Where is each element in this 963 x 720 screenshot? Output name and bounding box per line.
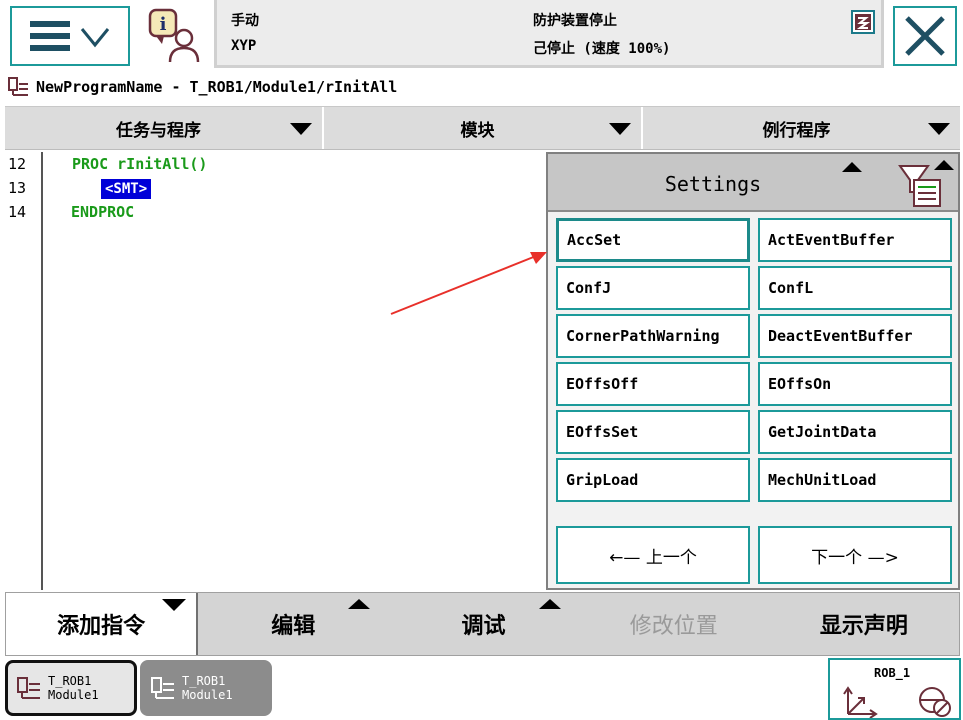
- tab-label: 任务与程序: [116, 120, 201, 141]
- hamburger-icon: [30, 21, 70, 51]
- program-icon: [151, 677, 174, 699]
- tab-routines[interactable]: 例行程序: [643, 107, 960, 149]
- safety-state: 防护装置停止: [533, 13, 617, 29]
- instruction-mechunitload[interactable]: MechUnitLoad: [758, 458, 952, 502]
- taskbar-line: Module1: [48, 688, 99, 702]
- coordinate-axes-icon: [843, 686, 878, 718]
- taskbar-line: T_ROB1: [182, 674, 226, 688]
- taskbar-item-program-data[interactable]: T_ROB1 Module1: [140, 660, 272, 716]
- show-declaration-button[interactable]: 显示声明: [769, 593, 959, 655]
- line-number: 14: [8, 203, 27, 221]
- close-button[interactable]: [893, 6, 957, 66]
- program-path: NewProgramName - T_ROB1/Module1/rInitAll: [8, 76, 397, 98]
- tab-modules[interactable]: 模块: [324, 107, 643, 149]
- run-speed-state: 己停止 (速度 100%): [533, 41, 671, 57]
- chevron-down-icon: [80, 28, 110, 48]
- program-icon: [8, 77, 28, 96]
- top-bar: i 手动 XYP 防护装置停止 己停止 (速度 100%): [0, 0, 963, 72]
- taskbar-label: T_ROB1 Module1: [48, 674, 99, 702]
- taskbar-line: T_ROB1: [48, 674, 92, 688]
- debug-button[interactable]: 调试: [388, 593, 578, 655]
- popup-arrow-icon: [348, 599, 371, 609]
- smt-placeholder[interactable]: <SMT>: [101, 179, 152, 199]
- bottom-toolbar: 添加指令 编辑 调试 修改位置 显示声明: [5, 592, 960, 656]
- instruction-confl[interactable]: ConfL: [758, 266, 952, 310]
- taskbar-item-program-editor[interactable]: T_ROB1 Module1: [5, 660, 137, 716]
- button-label: 添加指令: [57, 614, 146, 639]
- taskbar-label: T_ROB1 Module1: [182, 674, 233, 702]
- program-icon: [17, 677, 40, 699]
- tab-label: 例行程序: [762, 120, 831, 141]
- filter-icon[interactable]: [898, 162, 944, 208]
- close-icon: [905, 16, 945, 56]
- line-number-gutter: 12 13 14: [5, 152, 43, 590]
- picker-header[interactable]: Settings: [548, 154, 958, 212]
- instruction-confj[interactable]: ConfJ: [556, 266, 750, 310]
- code-line[interactable]: ENDPROC: [71, 203, 134, 221]
- collapse-arrow-icon[interactable]: [842, 162, 862, 172]
- button-label: 修改位置: [629, 614, 718, 639]
- taskbar-line: Module1: [182, 688, 233, 702]
- button-label: 编辑: [271, 614, 316, 639]
- instruction-cornerpathwarning[interactable]: CornerPathWarning: [556, 314, 750, 358]
- controller-name: XYP: [231, 38, 257, 54]
- dropdown-arrow-icon: [928, 123, 950, 135]
- instruction-gripload[interactable]: GripLoad: [556, 458, 750, 502]
- operating-mode: 手动: [231, 13, 259, 29]
- quickset-robot-button[interactable]: ROB_1: [828, 658, 961, 720]
- modify-position-button[interactable]: 修改位置: [579, 593, 769, 655]
- instruction-eoffsset[interactable]: EOffsSet: [556, 410, 750, 454]
- instruction-acteventbuffer[interactable]: ActEventBuffer: [758, 218, 952, 262]
- tab-label: 模块: [460, 120, 495, 141]
- add-instruction-button[interactable]: 添加指令: [6, 593, 199, 655]
- dropdown-arrow-icon: [162, 599, 187, 611]
- status-panel[interactable]: 手动 XYP 防护装置停止 己停止 (速度 100%): [214, 0, 884, 68]
- button-label: 调试: [461, 614, 506, 639]
- svg-text:i: i: [160, 14, 167, 35]
- instruction-picker: Settings AccSet ActEventBuffer ConfJ Con…: [546, 152, 960, 590]
- line-number: 12: [8, 155, 27, 173]
- button-label: 显示声明: [819, 614, 908, 639]
- dropdown-arrow-icon: [290, 123, 312, 135]
- edit-button[interactable]: 编辑: [198, 593, 388, 655]
- dropdown-arrow-icon: [609, 123, 631, 135]
- code-editor[interactable]: 12 13 14 PROC rInitAll() <SMT> ENDPROC: [5, 152, 545, 590]
- main-menu-button[interactable]: [10, 6, 130, 66]
- previous-page-button[interactable]: ←— 上一个: [556, 526, 750, 584]
- instruction-eoffson[interactable]: EOffsOn: [758, 362, 952, 406]
- program-state-icon: [851, 10, 875, 34]
- increment-off-icon: [919, 687, 951, 717]
- instruction-getjointdata[interactable]: GetJointData: [758, 410, 952, 454]
- popup-arrow-icon: [538, 599, 561, 609]
- event-log-icon[interactable]: i: [146, 8, 206, 64]
- line-number: 13: [8, 179, 27, 197]
- code-line[interactable]: PROC rInitAll(): [72, 155, 207, 173]
- robot-label: ROB_1: [874, 666, 911, 680]
- path-text: NewProgramName - T_ROB1/Module1/rInitAll: [36, 78, 398, 96]
- navigation-tabs: 任务与程序 模块 例行程序: [5, 106, 960, 150]
- instruction-eoffsoff[interactable]: EOffsOff: [556, 362, 750, 406]
- picker-title: Settings: [664, 172, 762, 196]
- instruction-accset[interactable]: AccSet: [556, 218, 750, 262]
- tab-tasks-programs[interactable]: 任务与程序: [5, 107, 324, 149]
- next-page-button[interactable]: 下一个 —>: [758, 526, 952, 584]
- instruction-deacteventbuffer[interactable]: DeactEventBuffer: [758, 314, 952, 358]
